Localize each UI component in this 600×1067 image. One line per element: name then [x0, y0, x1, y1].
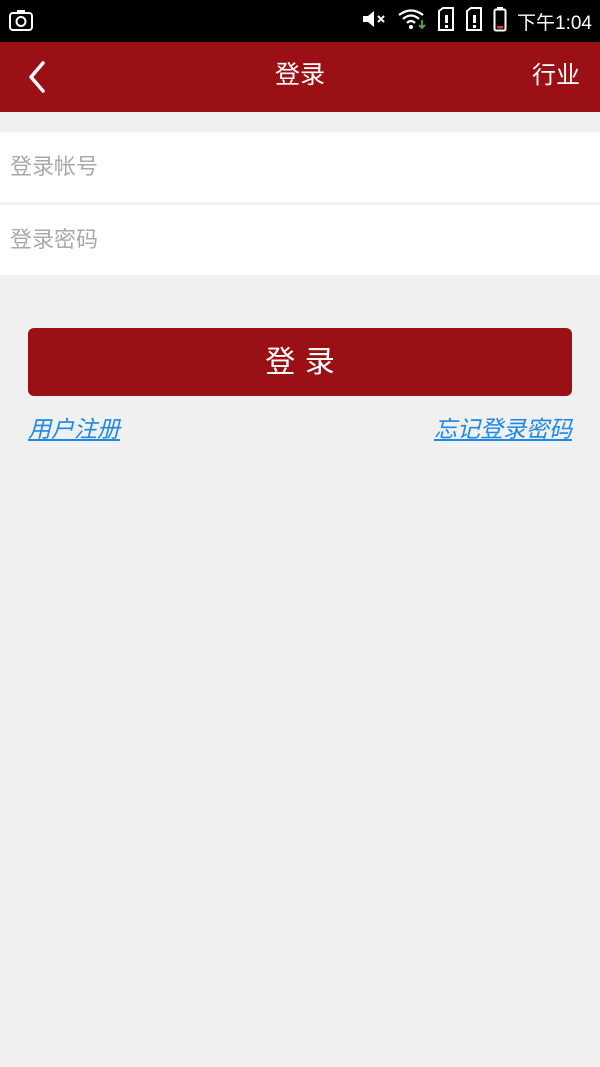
battery-icon	[493, 6, 507, 36]
password-field	[0, 205, 600, 275]
status-bar: 下午1:04	[0, 0, 600, 42]
register-link[interactable]: 用户注册	[28, 410, 120, 444]
status-time: 下午1:04	[517, 12, 592, 34]
app-header: 登录 行业	[0, 42, 600, 112]
mute-icon	[361, 8, 387, 34]
status-icons: 下午1:04	[361, 0, 592, 42]
password-input[interactable]	[0, 205, 600, 275]
account-input[interactable]	[0, 132, 600, 202]
sim-card-icon	[465, 7, 483, 35]
screenshot-icon	[8, 8, 34, 34]
login-button[interactable]: 登 录	[28, 328, 572, 396]
wifi-icon	[397, 8, 427, 34]
forgot-password-link[interactable]: 忘记登录密码	[434, 410, 572, 444]
account-field	[0, 132, 600, 202]
sim-card-icon	[437, 7, 455, 35]
industry-button[interactable]: 行业	[532, 42, 580, 112]
page-title: 登录	[274, 60, 325, 89]
